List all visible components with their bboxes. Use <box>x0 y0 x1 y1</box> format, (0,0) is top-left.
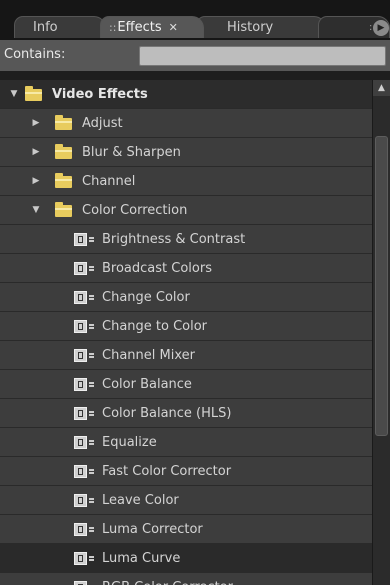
tab-effects-label: Effects <box>117 20 162 35</box>
folder-icon <box>55 144 72 159</box>
effects-tree: ▼ Video Effects ▶ Adjust ▶ Blur & Sharpe… <box>0 80 372 585</box>
tab-info[interactable]: Info <box>14 16 106 38</box>
tree-item-label: Color Correction <box>82 203 188 218</box>
close-tab-icon[interactable]: ✕ <box>169 17 178 39</box>
tree-item-label: Luma Curve <box>102 551 181 566</box>
panel-menu-icon[interactable]: ▶ <box>373 20 389 36</box>
tree-effect-item[interactable]: RGB Color Corrector <box>0 573 372 585</box>
vertical-scrollbar[interactable]: ▲ <box>372 80 390 585</box>
tree-effect-item[interactable]: Color Balance <box>0 370 372 399</box>
tree-item-label: Fast Color Corrector <box>102 464 232 479</box>
video-effect-icon <box>74 320 94 333</box>
tab-effects[interactable]: ::Effects ✕ <box>100 16 204 38</box>
tree-effect-item-selected[interactable]: Luma Curve <box>0 544 372 573</box>
video-effect-icon <box>74 581 87 585</box>
contains-search-input[interactable] <box>139 46 386 66</box>
tree-item-label: Adjust <box>82 116 123 131</box>
tree-effect-item[interactable]: Luma Corrector <box>0 515 372 544</box>
expand-arrow-icon[interactable]: ▼ <box>30 196 42 225</box>
video-effect-icon <box>74 233 94 246</box>
tree-item-label: Luma Corrector <box>102 522 203 537</box>
tree-folder-channel[interactable]: ▶ Channel <box>0 167 372 196</box>
tree-item-label: Equalize <box>102 435 157 450</box>
video-effect-icon <box>74 378 94 391</box>
video-effect-icon <box>74 523 94 536</box>
tree-effect-item[interactable]: Color Balance (HLS) <box>0 399 372 428</box>
video-effect-icon <box>74 291 94 304</box>
expand-arrow-icon[interactable]: ▼ <box>8 80 20 109</box>
tree-effect-item[interactable]: Channel Mixer <box>0 341 372 370</box>
tree-item-label: Channel Mixer <box>102 348 195 363</box>
tab-overflow[interactable]: :: ▶ <box>318 16 390 38</box>
tree-effect-item[interactable]: Change Color <box>0 283 372 312</box>
video-effect-icon <box>74 494 94 507</box>
tree-item-label: Video Effects <box>52 87 148 102</box>
video-effect-icon <box>74 407 94 420</box>
folder-icon <box>55 115 72 130</box>
tree-folder-adjust[interactable]: ▶ Adjust <box>0 109 372 138</box>
tree-effect-item[interactable]: Brightness & Contrast <box>0 225 372 254</box>
tree-effect-item[interactable]: Change to Color <box>0 312 372 341</box>
tree-item-label: Brightness & Contrast <box>102 232 246 247</box>
tab-grip-icon: :: <box>109 21 117 34</box>
contains-label: Contains: <box>4 47 66 62</box>
video-effect-icon <box>74 262 94 275</box>
tree-effect-item[interactable]: Broadcast Colors <box>0 254 372 283</box>
panel-tab-bar: Info History :: ▶ ::Effects ✕ <box>0 0 390 40</box>
tree-effect-item[interactable]: Equalize <box>0 428 372 457</box>
scroll-up-arrow-icon[interactable]: ▲ <box>373 80 390 96</box>
collapse-arrow-icon[interactable]: ▶ <box>30 109 42 138</box>
tab-history-label: History <box>227 20 274 35</box>
tree-effect-item[interactable]: Fast Color Corrector <box>0 457 372 486</box>
video-effect-icon <box>74 349 94 362</box>
folder-icon <box>55 173 72 188</box>
tree-item-label: Color Balance (HLS) <box>102 406 232 421</box>
contains-filter-row: Contains: <box>0 40 390 71</box>
tree-item-label: RGB Color Corrector <box>102 573 233 585</box>
tree-item-label: Change to Color <box>102 319 208 334</box>
video-effect-icon <box>74 465 94 478</box>
tree-effect-item[interactable]: Leave Color <box>0 486 372 515</box>
tab-info-label: Info <box>33 20 58 35</box>
tree-folder-blur-sharpen[interactable]: ▶ Blur & Sharpen <box>0 138 372 167</box>
tree-item-label: Blur & Sharpen <box>82 145 181 160</box>
folder-icon <box>55 202 72 217</box>
tree-item-label: Change Color <box>102 290 190 305</box>
tree-folder-video-effects[interactable]: ▼ Video Effects <box>0 80 372 109</box>
collapse-arrow-icon[interactable]: ▶ <box>30 167 42 196</box>
tab-history[interactable]: History <box>196 16 326 38</box>
tree-item-label: Broadcast Colors <box>102 261 212 276</box>
folder-icon <box>25 86 42 101</box>
tree-item-label: Channel <box>82 174 136 189</box>
video-effect-icon <box>74 436 94 449</box>
tree-item-label: Color Balance <box>102 377 192 392</box>
tree-item-label: Leave Color <box>102 493 179 508</box>
tree-folder-color-correction[interactable]: ▼ Color Correction <box>0 196 372 225</box>
scrollbar-thumb[interactable] <box>375 136 388 436</box>
collapse-arrow-icon[interactable]: ▶ <box>30 138 42 167</box>
video-effect-icon <box>74 552 94 565</box>
